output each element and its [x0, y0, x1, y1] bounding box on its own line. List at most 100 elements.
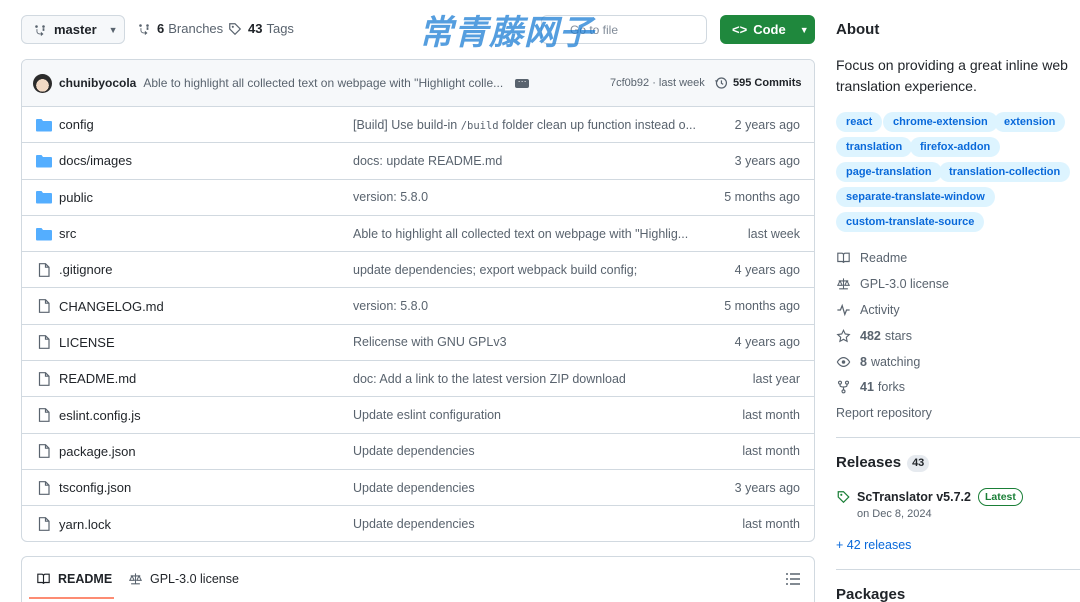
topic-tag[interactable]: extension — [994, 112, 1066, 132]
file-commit-message[interactable]: Relicense with GNU GPLv3 — [353, 335, 698, 349]
go-to-file-input[interactable]: Go to file — [541, 15, 707, 44]
topic-tag[interactable]: translation-collection — [939, 162, 1071, 182]
commit-message-text: doc: Add a link to the latest version ZI… — [353, 371, 626, 386]
latest-badge: Latest — [977, 488, 1023, 506]
topic-tag[interactable]: page-translation — [836, 162, 942, 182]
file-name[interactable]: yarn.lock — [59, 517, 111, 532]
file-commit-message[interactable]: Update dependencies — [353, 481, 698, 495]
branch-name: master — [54, 22, 97, 37]
branches-link[interactable]: 6 Branches — [137, 21, 223, 36]
forks-link[interactable]: 41 forks — [836, 380, 905, 394]
stars-count: 482 — [860, 329, 881, 343]
file-name[interactable]: tsconfig.json — [59, 480, 131, 495]
topic-tag[interactable]: chrome-extension — [883, 112, 998, 132]
file-age: 5 months ago — [724, 299, 800, 314]
stars-label: stars — [884, 329, 912, 343]
file-age: last month — [742, 408, 800, 423]
repo-sidebar: About Focus on providing a great inline … — [836, 0, 1080, 602]
file-commit-message[interactable]: Update dependencies — [353, 517, 698, 531]
about-description: Focus on providing a great inline web tr… — [836, 57, 1068, 94]
avatar[interactable] — [33, 73, 52, 93]
file-name[interactable]: config — [59, 117, 94, 132]
activity-link[interactable]: Activity — [836, 303, 900, 317]
repo-toolbar: master ▼ 6 Branches 43 Tags Go to file 常… — [21, 13, 815, 53]
file-age: last week — [747, 226, 800, 241]
tab-license[interactable]: GPL-3.0 license — [128, 572, 239, 586]
file-name[interactable]: .gitignore — [59, 262, 112, 277]
file-commit-message[interactable]: [Build] Use build-in /build folder clean… — [353, 118, 698, 132]
license-link[interactable]: GPL-3.0 license — [836, 277, 949, 291]
topic-tag[interactable]: firefox-addon — [910, 137, 1001, 157]
commit-message[interactable]: Able to highlight all collected text on … — [143, 76, 503, 90]
more-releases-link[interactable]: + 42 releases — [836, 538, 911, 552]
topic-tag[interactable]: separate-translate-window — [836, 187, 995, 207]
file-name[interactable]: LICENSE — [59, 335, 115, 350]
file-commit-message[interactable]: docs: update README.md — [353, 154, 698, 168]
folder-icon — [36, 191, 52, 204]
book-icon — [837, 252, 850, 263]
eye-icon — [836, 357, 851, 367]
file-commit-message[interactable]: version: 5.8.0 — [353, 190, 698, 204]
file-age: 4 years ago — [734, 335, 800, 350]
sidebar-divider — [836, 437, 1080, 438]
topic-tag[interactable]: react — [836, 112, 883, 132]
file-commit-message[interactable]: doc: Add a link to the latest version ZI… — [353, 372, 698, 386]
packages-heading[interactable]: Packages — [836, 586, 905, 602]
file-age: last month — [742, 444, 800, 459]
book-icon — [37, 573, 50, 584]
table-row: .gitignore update dependencies; export we… — [22, 252, 814, 289]
file-name[interactable]: CHANGELOG.md — [59, 299, 164, 314]
code-icon: <> — [732, 22, 748, 37]
commit-message-text: version: 5.8.0 — [353, 190, 429, 205]
file-name[interactable]: src — [59, 226, 76, 241]
activity-link-label: Activity — [860, 303, 900, 317]
file-commit-message[interactable]: Update eslint configuration — [353, 408, 698, 422]
file-icon — [38, 480, 50, 495]
history-icon — [714, 77, 728, 89]
outline-list-icon[interactable] — [786, 573, 800, 585]
file-age: 2 years ago — [734, 117, 800, 132]
file-age: 5 months ago — [724, 190, 800, 205]
expand-commit-icon[interactable]: ··· — [515, 76, 530, 88]
file-icon — [38, 371, 50, 386]
code-button-label: Code — [753, 22, 786, 37]
report-repository-link[interactable]: Report repository — [836, 406, 932, 420]
table-row: docs/images docs: update README.md 3 years… — [22, 143, 814, 180]
code-button[interactable]: <> Code ▼ — [720, 15, 815, 44]
commits-link[interactable]: 595 Commits — [714, 76, 801, 90]
readme-panel: README GPL-3.0 license — [21, 556, 815, 602]
tab-readme[interactable]: README — [36, 572, 112, 586]
law-icon — [836, 278, 851, 290]
file-name[interactable]: docs/images — [59, 153, 132, 168]
file-name[interactable]: README.md — [59, 371, 136, 386]
file-commit-message[interactable]: update dependencies; export webpack buil… — [353, 263, 698, 277]
tab-readme-label: README — [58, 572, 113, 586]
forks-count: 41 — [860, 380, 874, 394]
commit-message-text: folder clean up function instead o... — [498, 117, 696, 132]
file-name[interactable]: public — [59, 190, 93, 205]
table-row: LICENSE Relicense with GNU GPLv3 4 years a… — [22, 325, 814, 362]
file-icon — [38, 299, 50, 314]
commit-message-text: update dependencies; export webpack buil… — [353, 262, 638, 277]
releases-heading[interactable]: Releases 43 — [836, 454, 930, 472]
tags-count: 43 — [248, 21, 263, 36]
topic-tag[interactable]: translation — [836, 137, 913, 157]
commit-hash[interactable]: 7cf0b92 · last week — [610, 77, 705, 89]
commit-message-text: Update dependencies — [353, 444, 475, 459]
table-row: public version: 5.8.0 5 months ago — [22, 180, 814, 216]
file-name[interactable]: package.json — [59, 444, 136, 459]
file-commit-message[interactable]: version: 5.8.0 — [353, 299, 698, 313]
chevron-down-icon: ▼ — [108, 24, 118, 35]
topic-tag[interactable]: custom-translate-source — [836, 212, 985, 232]
watching-link[interactable]: 8 watching — [836, 355, 920, 369]
commit-author[interactable]: chunibyocola — [59, 76, 136, 90]
stars-link[interactable]: 482 stars — [836, 329, 912, 343]
file-table: chunibyocola Able to highlight all colle… — [21, 59, 815, 542]
branch-select-button[interactable]: master ▼ — [21, 15, 125, 44]
file-commit-message[interactable]: Update dependencies — [353, 444, 698, 458]
file-commit-message[interactable]: Able to highlight all collected text on … — [353, 227, 698, 241]
readme-link[interactable]: Readme — [836, 251, 907, 265]
file-name[interactable]: eslint.config.js — [59, 408, 141, 423]
latest-release[interactable]: ScTranslator v5.7.2 Latest — [836, 488, 1023, 506]
tags-link[interactable]: 43 Tags — [228, 21, 294, 36]
